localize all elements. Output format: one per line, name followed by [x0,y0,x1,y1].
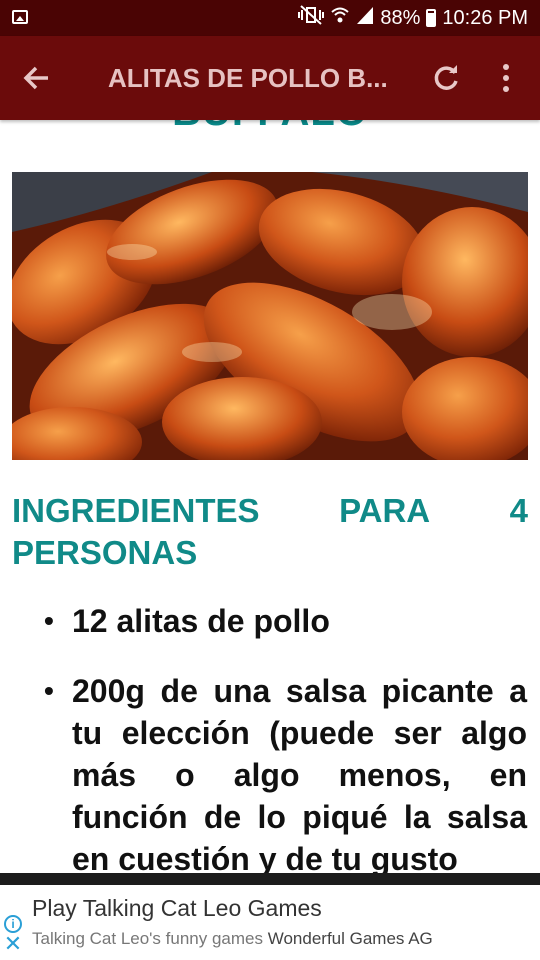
ingredient-text: 200g de una salsa picante a tu elección … [72,673,527,873]
bullet-icon: • [44,605,54,636]
clock: 10:26 PM [442,6,528,29]
ingredient-text: 12 alitas de pollo [72,603,330,639]
recipe-title-cut: BUFFALO [0,120,540,135]
ad-advertiser: Wonderful Games AG [267,929,433,948]
ingredients-heading-word: INGREDIENTES [12,492,260,529]
buffalo-wings-image [12,172,528,460]
article-content[interactable]: BUFFALO [0,120,540,873]
signal-icon [356,5,374,31]
list-item: • 12 alitas de pollo [0,600,540,642]
ingredients-list: • 12 alitas de pollo • 200g de una salsa… [0,600,540,873]
battery-percent: 88% [380,6,421,29]
back-button[interactable] [20,60,52,96]
battery-icon [426,9,437,27]
back-arrow-icon [23,66,48,90]
refresh-icon [434,65,458,90]
close-icon[interactable]: ✕ [2,931,24,956]
bullet-icon: • [44,675,54,706]
ad-subtitle: Talking Cat Leo's funny games Wonderful … [32,929,433,949]
ingredients-heading-word: PARA [339,492,431,529]
ad-divider [0,873,540,885]
ad-description: Talking Cat Leo's funny games [32,929,263,948]
wifi-icon [330,5,350,31]
refresh-button[interactable] [426,58,466,98]
image-notification-icon [12,10,28,24]
vibrate-mute-icon [298,5,325,31]
ingredients-heading-word: 4 [509,492,528,529]
status-bar: 88% 10:26 PM [0,0,540,36]
more-options-button[interactable] [492,58,520,98]
ingredients-heading-line2: PERSONAS [12,534,198,571]
status-icons: 88% 10:26 PM [298,0,528,36]
list-item: • 200g de una salsa picante a tu elecció… [0,670,540,873]
app-title: ALITAS DE POLLO B... [108,63,388,93]
ingredients-heading: INGREDIENTES PARA 4 PERSONAS [12,490,528,574]
ad-banner[interactable]: i ✕ Play Talking Cat Leo Games Talking C… [0,885,540,960]
app-bar: ALITAS DE POLLO B... [0,36,540,120]
more-vert-icon [503,64,509,70]
ad-title[interactable]: Play Talking Cat Leo Games [32,895,322,922]
